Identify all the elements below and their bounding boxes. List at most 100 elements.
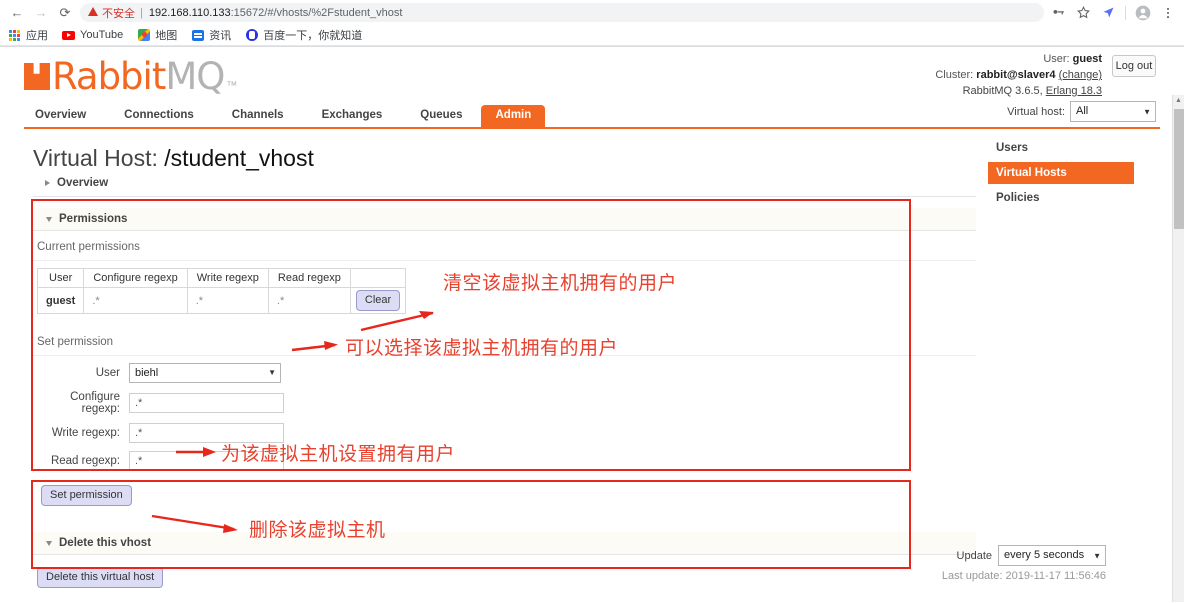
configure-regexp-label: Configure regexp: <box>33 391 129 415</box>
url-path: /#/vhosts/%2Fstudent_vhost <box>264 7 402 19</box>
tab-admin[interactable]: Admin <box>481 105 545 127</box>
user-select[interactable]: biehl ▼ <box>129 363 281 383</box>
logo-trademark: ™ <box>226 80 236 92</box>
toolbar-icons <box>1050 5 1178 21</box>
cell-read: .* <box>268 288 350 314</box>
youtube-icon <box>62 29 75 42</box>
forward-arrow-icon[interactable]: → <box>30 3 52 23</box>
cluster-label: Cluster: <box>935 69 973 81</box>
bookmark-youtube[interactable]: YouTube <box>62 29 123 42</box>
cluster-value: rabbit@slaver4 <box>976 69 1055 81</box>
logo-rabbit-text: Rabbit <box>52 55 165 98</box>
tab-overview[interactable]: Overview <box>24 105 105 127</box>
chevron-down-icon: ▼ <box>1093 546 1101 565</box>
cell-configure: .* <box>84 288 187 314</box>
scrollbar-thumb[interactable] <box>1174 109 1184 229</box>
bookmark-label: 百度一下，你就知道 <box>263 27 362 43</box>
bookmark-label: 资讯 <box>209 27 231 43</box>
address-bar[interactable]: 不安全 | 192.168.110.133:15672/#/vhosts/%2F… <box>80 3 1044 22</box>
delete-section-header[interactable]: Delete this vhost <box>33 532 976 555</box>
profile-avatar-icon[interactable] <box>1135 5 1151 21</box>
version-row: RabbitMQ 3.6.5, Erlang 18.3 <box>935 83 1102 99</box>
key-icon[interactable] <box>1050 5 1066 21</box>
bookmark-label: 应用 <box>26 27 48 43</box>
user-select-value: biehl <box>135 367 158 379</box>
sidebar-item-users[interactable]: Users <box>988 137 1134 159</box>
triangle-down-icon <box>46 541 52 546</box>
clear-permission-button[interactable]: Clear <box>356 290 400 311</box>
bookmark-label: 地图 <box>155 27 177 43</box>
browser-chrome: ← → ⟳ 不安全 | 192.168.110.133:15672/#/vhos… <box>0 0 1184 47</box>
warning-triangle-icon <box>88 7 98 16</box>
form-row-write: Write regexp: <box>33 423 976 443</box>
extension-icon[interactable] <box>1100 5 1116 21</box>
tab-connections[interactable]: Connections <box>105 105 213 127</box>
annotation-text-clear: 清空该虚拟主机拥有的用户 <box>443 268 677 295</box>
rabbitmq-logo[interactable]: Rabbit MQ ™ <box>24 55 236 98</box>
tab-channels[interactable]: Channels <box>213 105 303 127</box>
security-warning-text: 不安全 <box>102 5 135 21</box>
form-row-read: Read regexp: <box>33 451 976 471</box>
overview-collapse-header[interactable]: Overview <box>33 172 976 194</box>
bookmark-apps[interactable]: 应用 <box>8 27 48 43</box>
sidebar-item-virtual-hosts[interactable]: Virtual Hosts <box>988 162 1134 184</box>
cell-user: guest <box>38 288 84 314</box>
main-navigation: Overview Connections Channels Exchanges … <box>24 105 1160 129</box>
page-scrollbar[interactable]: ▲ ▼ <box>1172 95 1184 602</box>
delete-vhost-section: Delete this vhost Delete this virtual ho… <box>33 532 976 602</box>
col-actions <box>350 269 405 288</box>
browser-toolbar: ← → ⟳ 不安全 | 192.168.110.133:15672/#/vhos… <box>0 0 1184 25</box>
google-maps-icon <box>137 29 150 42</box>
page-viewport: Rabbit MQ ™ User: guest Cluster: rabbit@… <box>0 47 1184 602</box>
sidebar-item-policies[interactable]: Policies <box>988 187 1134 209</box>
set-permission-actions: Set permission <box>41 485 976 506</box>
back-arrow-icon[interactable]: ← <box>6 3 28 23</box>
col-user: User <box>38 269 84 288</box>
update-interval-value: every 5 seconds <box>1004 549 1084 561</box>
three-dot-menu-icon[interactable] <box>1160 5 1176 21</box>
logo-mq-text: MQ <box>165 55 224 98</box>
overview-collapsible[interactable]: Overview <box>33 172 976 197</box>
cell-write: .* <box>187 288 268 314</box>
url-separator: | <box>140 7 143 19</box>
bookmarks-bar: 应用 YouTube 地图 资讯 百度一下，你就知道 <box>0 25 1184 46</box>
bookmark-label: YouTube <box>80 29 123 41</box>
read-regexp-label: Read regexp: <box>33 455 129 467</box>
user-row: User: guest <box>935 51 1102 67</box>
user-value: guest <box>1073 53 1102 65</box>
last-update-text: Last update: 2019-11-17 11:56:46 <box>942 570 1106 582</box>
triangle-down-icon <box>46 217 52 222</box>
bookmark-news[interactable]: 资讯 <box>191 27 231 43</box>
erlang-version-link[interactable]: Erlang 18.3 <box>1046 85 1102 97</box>
logout-button[interactable]: Log out <box>1112 55 1156 77</box>
navigation-buttons: ← → ⟳ <box>6 3 76 23</box>
scroll-up-arrow-icon[interactable]: ▲ <box>1175 97 1182 104</box>
tab-queues[interactable]: Queues <box>401 105 481 127</box>
main-column: Virtual Host: /student_vhost Overview Pe… <box>24 137 976 602</box>
col-read-regexp: Read regexp <box>268 269 350 288</box>
chevron-down-icon: ▼ <box>268 364 276 382</box>
update-label: Update <box>957 550 992 562</box>
user-label: User: <box>1043 53 1069 65</box>
cell-action: Clear <box>350 288 405 314</box>
reload-icon[interactable]: ⟳ <box>54 3 76 23</box>
permissions-section-title: Permissions <box>59 213 127 225</box>
table-row: guest .* .* .* Clear <box>38 288 406 314</box>
col-write-regexp: Write regexp <box>187 269 268 288</box>
admin-sidebar: Users Virtual Hosts Policies Update ever… <box>988 137 1134 212</box>
update-interval-select[interactable]: every 5 seconds ▼ <box>998 545 1106 566</box>
bookmark-maps[interactable]: 地图 <box>137 27 177 43</box>
write-regexp-label: Write regexp: <box>33 427 129 439</box>
star-icon[interactable] <box>1075 5 1091 21</box>
configure-regexp-input[interactable] <box>129 393 284 413</box>
tab-exchanges[interactable]: Exchanges <box>303 105 402 127</box>
cluster-change-link[interactable]: (change) <box>1059 69 1102 81</box>
delete-section-body: Delete this virtual host HTTP API | Comm… <box>33 555 976 602</box>
permissions-section-header[interactable]: Permissions <box>33 208 976 231</box>
update-interval-control: Update every 5 seconds ▼ <box>957 545 1106 566</box>
toolbar-divider <box>1125 6 1126 20</box>
set-permission-button[interactable]: Set permission <box>41 485 132 506</box>
form-row-user: User biehl ▼ <box>33 363 976 383</box>
delete-virtual-host-button[interactable]: Delete this virtual host <box>37 567 163 588</box>
bookmark-baidu[interactable]: 百度一下，你就知道 <box>245 27 362 43</box>
